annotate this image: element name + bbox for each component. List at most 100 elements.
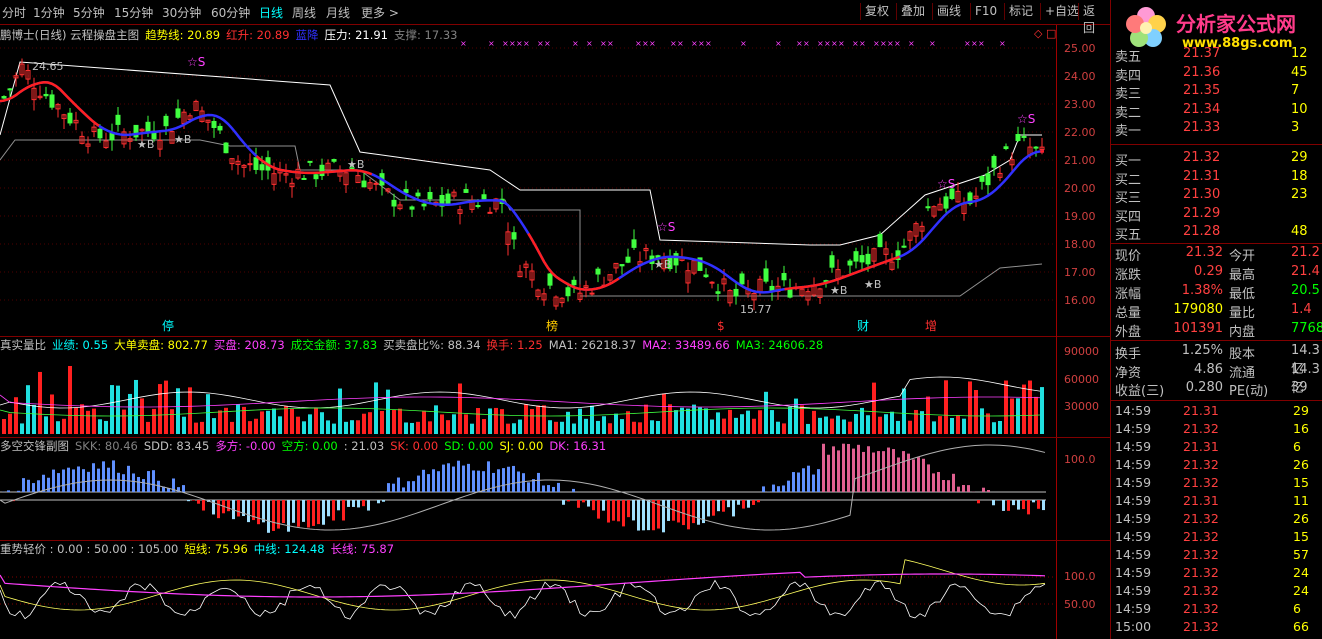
- level-price: 21.28: [1183, 224, 1221, 239]
- tick-volume: 15: [1293, 475, 1309, 490]
- duokong-bar: [67, 467, 70, 492]
- duokong-bar: [37, 480, 40, 492]
- volume-bar: [278, 416, 282, 434]
- duokong-bar: [27, 479, 30, 492]
- duokong-bar: [122, 474, 125, 492]
- volume-bar: [32, 404, 36, 434]
- duokong-bar: [1037, 500, 1040, 509]
- duokong-bar: [792, 472, 795, 492]
- candle-body: [109, 132, 115, 141]
- long-line: [0, 571, 1046, 598]
- resistance-line: [0, 61, 1042, 246]
- volume-bar: [692, 404, 696, 434]
- duokong-bar: [522, 473, 525, 492]
- volume-bar: [764, 391, 768, 434]
- tick-row: 14:59 21.32 24: [1111, 583, 1322, 601]
- level-label: 买三: [1115, 191, 1142, 206]
- duokong-bar: [197, 500, 200, 504]
- tick-row: 14:59 21.31 6: [1111, 439, 1322, 457]
- volume-bar: [506, 423, 510, 434]
- duokong-bar: [742, 500, 745, 509]
- duokong-bar: [912, 459, 915, 492]
- volume-bar: [728, 409, 732, 434]
- duokong-bar: [772, 484, 775, 492]
- volume-bar: [296, 416, 300, 434]
- support-line: [0, 139, 1043, 297]
- volume-bar: [8, 413, 12, 434]
- volume-bar: [890, 411, 894, 434]
- quote-key: 今开: [1229, 249, 1256, 264]
- duokong-bar: [52, 469, 55, 492]
- volume-bar: [596, 420, 600, 434]
- volume-bar: [674, 410, 678, 434]
- candle-body: [925, 206, 931, 209]
- signal-x-mark: ×: [705, 39, 712, 48]
- candle-body: [1015, 134, 1021, 141]
- volume-bar: [356, 420, 360, 434]
- tick-time: 14:59: [1115, 529, 1152, 544]
- volume-bar: [398, 408, 402, 434]
- candle-body: [589, 292, 595, 295]
- duokong-bar: [622, 500, 625, 527]
- candle-body: [511, 232, 517, 240]
- volume-bar: [146, 421, 150, 434]
- quote-value: 179080: [1173, 302, 1223, 317]
- candle-body: [307, 160, 313, 163]
- duokong-bar: [917, 457, 920, 492]
- tick-time: 14:59: [1115, 583, 1152, 598]
- candle-body: [43, 93, 49, 97]
- candle-body: [1, 96, 7, 99]
- tick-row: 14:59 21.32 24: [1111, 565, 1322, 583]
- tick-price: 21.32: [1183, 583, 1219, 598]
- volume-bar: [632, 421, 636, 434]
- duokong-bar: [497, 469, 500, 492]
- candle-body: [709, 281, 715, 284]
- volume-bar: [26, 385, 30, 434]
- candle-body: [943, 196, 949, 209]
- tick-time: 14:59: [1115, 457, 1152, 472]
- volume-bar: [698, 407, 702, 434]
- volume-bar: [272, 408, 276, 434]
- volume-bar: [74, 407, 78, 434]
- duokong-bar: [922, 458, 925, 492]
- candle-body: [163, 115, 169, 127]
- volume-bar: [782, 423, 786, 434]
- volume-bar: [476, 408, 480, 434]
- volume-bar: [332, 423, 336, 434]
- candle-body: [475, 205, 481, 208]
- tick-price: 21.31: [1183, 493, 1219, 508]
- volume-bar: [344, 421, 348, 434]
- level-volume: 7: [1291, 83, 1300, 98]
- buy-level-row: 买四 21.29: [1111, 206, 1322, 225]
- volume-bar: [794, 398, 798, 434]
- tick-row: 14:59 21.32 57: [1111, 547, 1322, 565]
- signal-x-mark: ×: [460, 39, 467, 48]
- candle-body: [145, 121, 151, 133]
- volume-bar: [44, 416, 48, 434]
- duokong-bar: [482, 471, 485, 492]
- quote-value: 21.32: [1185, 245, 1223, 260]
- volume-bar: [584, 418, 588, 434]
- candle-body: [619, 264, 625, 267]
- duokong-bar: [1022, 500, 1025, 510]
- level-volume: 45: [1291, 64, 1308, 80]
- candle-body: [565, 287, 571, 297]
- duokong-bar: [732, 500, 735, 517]
- duokong-bar: [402, 487, 405, 492]
- duokong-bar: [667, 500, 670, 521]
- signal-x-mark: ×: [873, 39, 880, 48]
- quote-sidebar: 卖五 21.37 12 卖四 21.36 45 卖三 21.35 7 卖二 21.34 10 卖一 21.…: [1110, 0, 1322, 639]
- duokong-bar: [487, 461, 490, 492]
- volume-bar: [1004, 380, 1008, 434]
- tick-time: 14:59: [1115, 439, 1152, 454]
- volume-bar: [572, 423, 576, 434]
- duokong-bar: [807, 465, 810, 492]
- fund-key: 净资: [1115, 365, 1142, 381]
- y-tick-label: 19.00: [1064, 210, 1096, 223]
- duokong-bar: [842, 443, 845, 492]
- volume-bar: [866, 415, 870, 434]
- tick-price: 21.32: [1183, 421, 1219, 436]
- volume-bar: [812, 410, 816, 434]
- quote-row: 涨幅 1.38% 最低 20.5: [1111, 283, 1322, 302]
- divider: [1111, 144, 1322, 145]
